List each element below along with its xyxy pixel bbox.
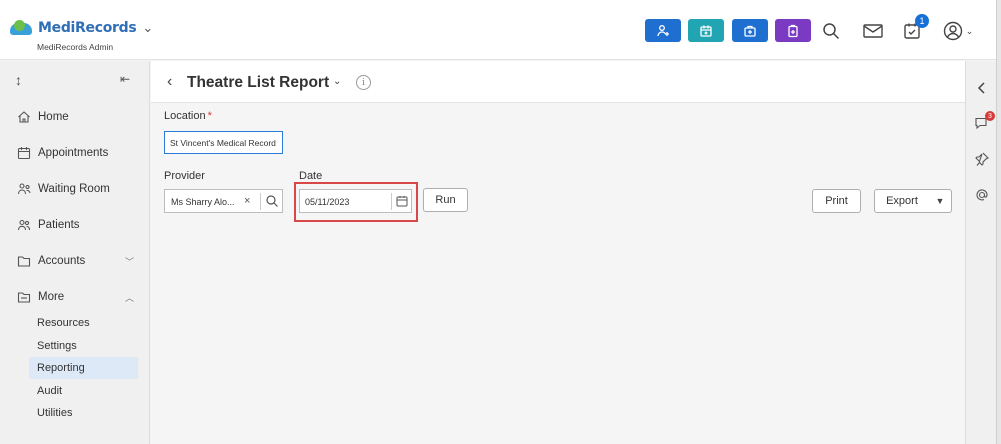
clipboard-icon [788, 24, 798, 37]
folder-icon [17, 256, 31, 267]
app-switcher[interactable]: MediRecords ⌄ [8, 20, 153, 36]
calendar-icon [17, 147, 31, 160]
brand-subtitle: MediRecords Admin [37, 42, 114, 52]
divider [260, 193, 261, 210]
mail-icon [863, 24, 883, 38]
waiting-room-icon [17, 183, 31, 195]
mail-button[interactable] [862, 20, 884, 42]
medical-kit-icon [744, 25, 756, 37]
patients-icon [17, 219, 31, 231]
sidebar-toolbar: ↕ ⇤ [0, 61, 150, 101]
notification-badge: 1 [915, 14, 929, 28]
sidebar-subitem-settings[interactable]: Settings [29, 335, 138, 357]
brand-name: MediRecords [38, 20, 137, 36]
home-icon [18, 111, 30, 123]
sidebar-item-accounts[interactable]: Accounts ﹀ [0, 243, 150, 279]
resize-vertical-icon[interactable]: ↕ [15, 72, 22, 88]
chat-badge: 3 [985, 111, 995, 121]
clipboard-button[interactable] [775, 19, 811, 42]
print-button[interactable]: Print [812, 189, 861, 213]
sidebar-item-more[interactable]: More ︿ [0, 279, 150, 315]
add-appointment-button[interactable] [688, 19, 724, 42]
right-rail: 3 [965, 61, 996, 444]
sidebar-item-label: Accounts [38, 255, 86, 267]
chevron-down-icon: ﹀ [124, 256, 134, 267]
divider [391, 193, 392, 210]
back-icon[interactable]: ‹ [167, 73, 172, 91]
pin-icon[interactable] [974, 151, 990, 167]
sidebar-subitem-resources[interactable]: Resources [29, 312, 138, 334]
sidebar: ↕ ⇤ Home Appointments Waiting Room Patie… [0, 61, 150, 444]
sidebar-item-label: More [38, 291, 65, 303]
search-icon[interactable] [265, 194, 279, 208]
sidebar-item-label: Appointments [38, 147, 109, 159]
location-field[interactable]: St Vincent's Medical Record [164, 131, 283, 154]
export-button[interactable]: Export [874, 189, 930, 213]
sidebar-item-label: Patients [38, 219, 80, 231]
medical-kit-button[interactable] [732, 19, 768, 42]
top-header: MediRecords ⌄ MediRecords Admin 1 ⌄ [0, 0, 996, 60]
provider-label: Provider [164, 170, 205, 182]
sidebar-subitem-utilities[interactable]: Utilities [29, 402, 138, 424]
clear-icon[interactable]: × [244, 195, 250, 207]
search-button[interactable] [820, 20, 842, 42]
user-avatar-icon [943, 21, 962, 41]
chevron-down-icon[interactable]: ⌄ [333, 76, 341, 87]
add-patient-button[interactable] [645, 19, 681, 42]
collapse-sidebar-icon[interactable]: ⇤ [120, 72, 130, 86]
calendar-icon[interactable] [396, 195, 408, 207]
chevron-up-icon: ︿ [124, 292, 134, 303]
provider-field[interactable]: Ms Sharry Alo... × [164, 189, 283, 213]
location-label: Location * [164, 110, 212, 122]
add-patient-icon [657, 24, 669, 36]
user-menu-button[interactable]: ⌄ [940, 20, 976, 42]
chevron-down-icon: ⌄ [965, 25, 974, 36]
medirecords-logo-icon [8, 20, 34, 36]
required-marker: * [207, 110, 212, 122]
provider-value: Ms Sharry Alo... [171, 197, 235, 207]
run-button[interactable]: Run [423, 188, 468, 212]
chevron-left-icon[interactable] [974, 80, 990, 96]
info-icon[interactable]: i [356, 75, 371, 90]
sidebar-item-label: Home [38, 111, 69, 123]
sidebar-subitem-reporting[interactable]: Reporting [29, 357, 138, 379]
sidebar-subitem-audit[interactable]: Audit [29, 380, 138, 402]
window-scroll-edge [996, 0, 1001, 444]
export-dropdown-button[interactable]: ▼ [929, 189, 952, 213]
sidebar-item-patients[interactable]: Patients [0, 207, 150, 243]
chevron-down-icon[interactable]: ⌄ [142, 20, 153, 36]
chevron-down-icon: ▼ [935, 196, 945, 206]
date-field[interactable]: 05/11/2023 [299, 189, 412, 213]
chat-button[interactable]: 3 [974, 111, 995, 132]
mention-icon[interactable] [974, 187, 990, 203]
sidebar-item-appointments[interactable]: Appointments [0, 135, 150, 171]
date-label: Date [299, 170, 323, 182]
sidebar-item-waiting-room[interactable]: Waiting Room [0, 171, 150, 207]
tasks-button[interactable]: 1 [901, 14, 929, 42]
search-icon [823, 23, 840, 40]
report-title-bar: ‹ Theatre List Report ⌄ i [151, 61, 965, 103]
sidebar-item-label: Waiting Room [38, 183, 110, 195]
page-title[interactable]: Theatre List Report [187, 74, 329, 92]
add-appointment-icon [700, 25, 712, 37]
location-label-text: Location [164, 110, 206, 122]
date-value: 05/11/2023 [305, 197, 350, 207]
sidebar-item-home[interactable]: Home [0, 99, 150, 135]
folder-open-icon [17, 292, 31, 303]
